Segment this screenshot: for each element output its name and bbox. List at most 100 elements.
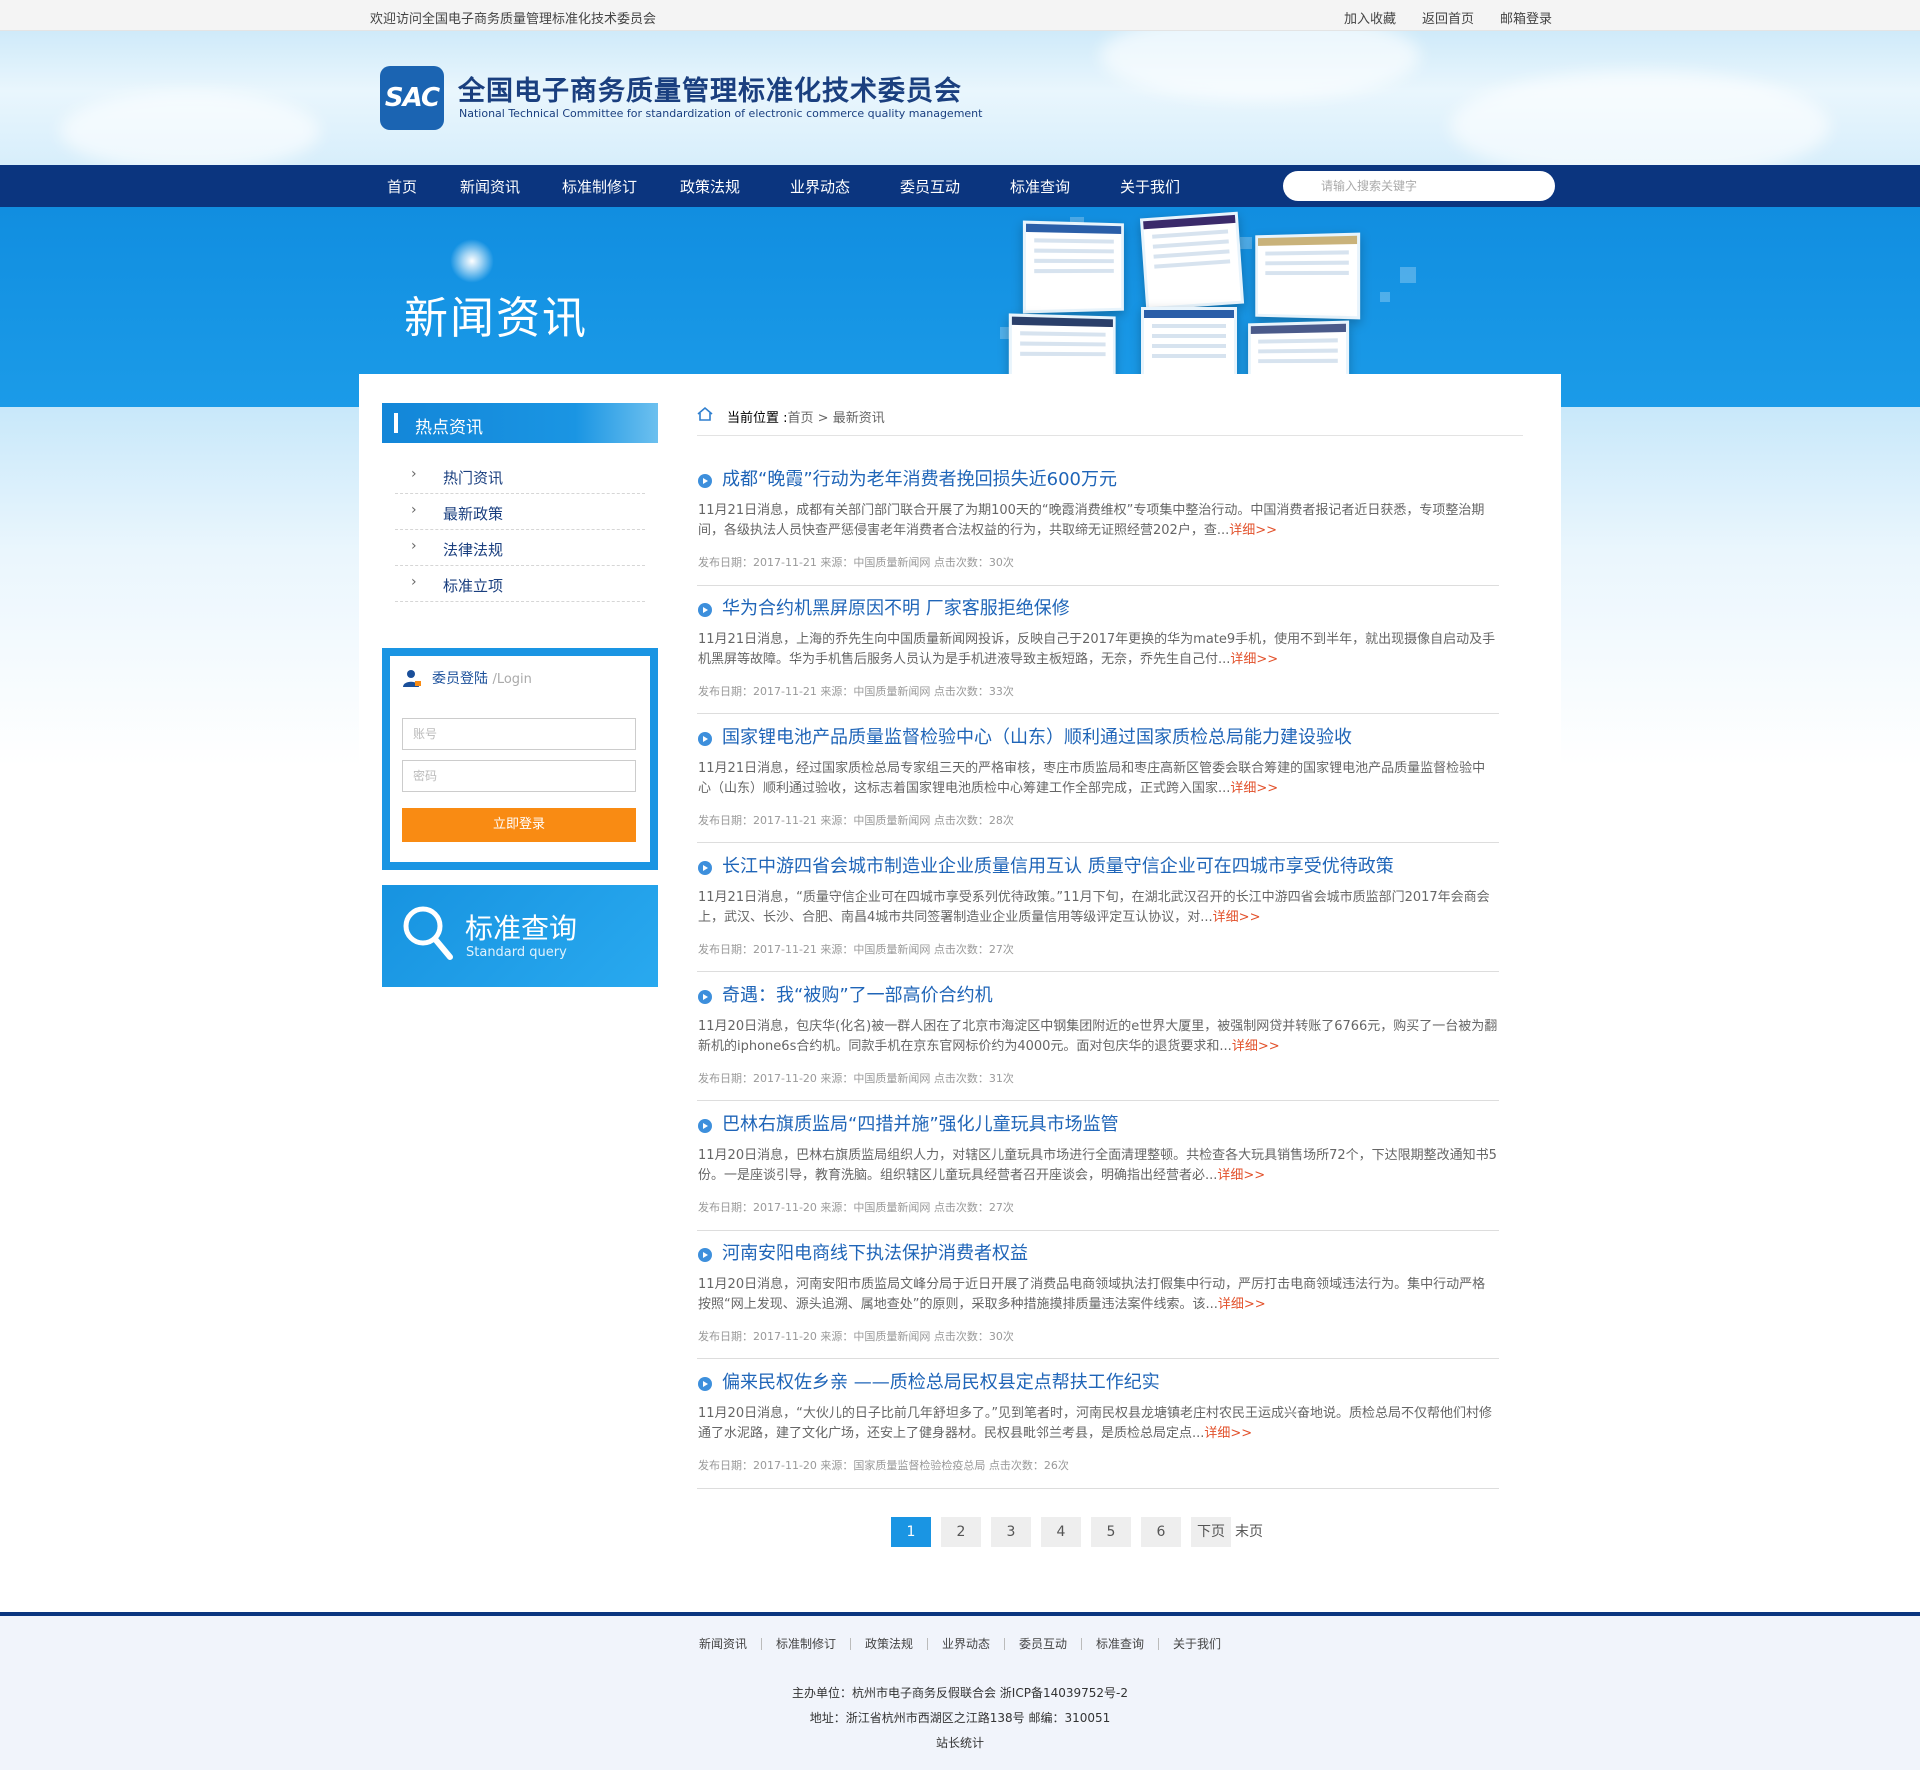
news-title[interactable]: 华为合约机黑屏原因不明 厂家客服拒绝保修 [722,594,1070,620]
news-summary-text: 11月20日消息，巴林右旗质监局组织人力，对辖区儿童玩具市场进行全面清理整顿。共… [698,1148,1497,1183]
cloud-decoration [1100,31,1420,101]
footer-link-policy[interactable]: 政策法规 [851,1638,928,1650]
mail-login-link[interactable]: 邮箱登录 [1500,8,1552,27]
title-accent-bar [394,413,398,433]
news-title[interactable]: 河南安阳电商线下执法保护消费者权益 [722,1239,1028,1265]
bullet-icon [698,732,712,746]
top-links: 加入收藏 返回首页 邮箱登录 [1344,8,1552,27]
footer-links: 新闻资讯 标准制修订 政策法规 业界动态 委员互动 标准查询 关于我们 [0,1637,1920,1651]
news-title[interactable]: 国家锂电池产品质量监督检验中心（山东）顺利通过国家质检总局能力建设验收 [722,723,1352,749]
news-item: 华为合约机黑屏原因不明 厂家客服拒绝保修 11月21日消息，上海的乔先生向中国质… [697,594,1499,714]
sidebar-item-latest-policy[interactable]: › 最新政策 [395,494,645,530]
news-title[interactable]: 偏来民权佐乡亲 ——质检总局民权县定点帮扶工作纪实 [722,1368,1160,1394]
footer-link-query[interactable]: 标准查询 [1082,1638,1159,1650]
news-summary-text: 11月20日消息，“大伙儿的日子比前几年舒坦多了。”见到笔者时，河南民权县龙塘镇… [698,1406,1492,1441]
sidebar-item-laws[interactable]: › 法律法规 [395,530,645,566]
news-item: 河南安阳电商线下执法保护消费者权益 11月20日消息，河南安阳市质监局文峰分局于… [697,1239,1499,1359]
page-button-2[interactable]: 2 [941,1517,981,1547]
query-subtitle: Standard query [466,945,567,960]
news-summary-text: 11月21日消息，“质量守信企业可在四城市享受系列优待政策。”11月下旬，在湖北… [698,890,1490,925]
news-meta: 发布日期：2017-11-21 来源：中国质量新闻网 点击次数：33次 [698,683,1014,699]
login-subtitle: /Login [492,672,531,687]
footer-link-standards[interactable]: 标准制修订 [762,1638,851,1650]
nav-item-home[interactable]: 首页 [387,176,417,197]
bullet-icon [698,1248,712,1262]
footer-stats-link[interactable]: 站长统计 [0,1734,1920,1751]
news-summary: 11月20日消息，巴林右旗质监局组织人力，对辖区儿童玩具市场进行全面清理整顿。共… [698,1146,1498,1186]
detail-link[interactable]: 详细>> [1204,1426,1252,1441]
nav-item-query[interactable]: 标准查询 [1010,176,1070,197]
standard-query-button[interactable]: 标准查询 Standard query [382,885,658,987]
footer-link-news[interactable]: 新闻资讯 [685,1638,762,1650]
news-item: 偏来民权佐乡亲 ——质检总局民权县定点帮扶工作纪实 11月20日消息，“大伙儿的… [697,1368,1499,1489]
news-meta: 发布日期：2017-11-21 来源：中国质量新闻网 点击次数：27次 [698,941,1014,957]
sidebar-title: 热点资讯 [382,403,658,443]
account-input[interactable] [402,718,636,750]
news-summary: 11月21日消息，“质量守信企业可在四城市享受系列优待政策。”11月下旬，在湖北… [698,888,1498,928]
news-title[interactable]: 奇遇：我“被购”了一部高价合约机 [722,981,993,1007]
detail-link[interactable]: 详细>> [1229,523,1277,538]
sac-logo[interactable]: SAC [380,66,444,130]
news-title[interactable]: 长江中游四省会城市制造业企业质量信用互认 质量守信企业可在四城市享受优待政策 [722,852,1394,878]
bullet-icon [698,474,712,488]
nav-item-interaction[interactable]: 委员互动 [900,176,960,197]
sidebar-item-standard-projects[interactable]: › 标准立项 [395,566,645,602]
login-button[interactable]: 立即登录 [402,808,636,842]
detail-link[interactable]: 详细>> [1230,781,1278,796]
next-page-button[interactable]: 下页 [1191,1517,1231,1547]
square-decoration [1380,292,1390,302]
news-title[interactable]: 成都“晚霞”行动为老年消费者挽回损失近600万元 [722,465,1117,491]
nav-item-news[interactable]: 新闻资讯 [460,176,520,197]
breadcrumb-home[interactable]: 首页 [788,411,814,426]
news-summary-text: 11月20日消息，河南安阳市质监局文峰分局于近日开展了消费品电商领域执法打假集中… [698,1277,1485,1312]
page-button-5[interactable]: 5 [1091,1517,1131,1547]
detail-link[interactable]: 详细>> [1232,1039,1280,1054]
breadcrumb-label: 当前位置 : [727,411,788,426]
footer-organizer: 主办单位：杭州市电子商务反假联合会 浙ICP备14039752号-2 [0,1684,1920,1701]
bullet-icon [698,603,712,617]
nav-item-standards[interactable]: 标准制修订 [562,176,637,197]
breadcrumb-current: 最新资讯 [833,411,885,426]
detail-link[interactable]: 详细>> [1218,1297,1266,1312]
footer-link-interaction[interactable]: 委员互动 [1005,1638,1082,1650]
page-button-4[interactable]: 4 [1041,1517,1081,1547]
search-input[interactable] [1283,171,1555,201]
glow-decoration [450,239,494,283]
nav-item-about[interactable]: 关于我们 [1120,176,1180,197]
login-title-text: 委员登陆 [432,671,488,687]
detail-link[interactable]: 详细>> [1213,910,1261,925]
news-meta: 发布日期：2017-11-21 来源：中国质量新闻网 点击次数：28次 [698,812,1014,828]
last-page-button[interactable]: 末页 [1235,1517,1263,1547]
square-decoration [1240,237,1252,249]
footer-link-about[interactable]: 关于我们 [1159,1638,1235,1650]
add-favorite-link[interactable]: 加入收藏 [1344,8,1396,27]
site-title-en: National Technical Committee for standar… [459,107,982,120]
news-item: 奇遇：我“被购”了一部高价合约机 11月20日消息，包庆华(化名)被一群人困在了… [697,981,1499,1101]
chevron-right-icon: › [411,502,417,518]
news-summary: 11月20日消息，河南安阳市质监局文峰分局于近日开展了消费品电商领域执法打假集中… [698,1275,1498,1315]
cloud-decoration [60,91,320,165]
page-button-6[interactable]: 6 [1141,1517,1181,1547]
news-summary-text: 11月20日消息，包庆华(化名)被一群人困在了北京市海淀区中钢集团附近的e世界大… [698,1019,1497,1054]
news-meta: 发布日期：2017-11-20 来源：中国质量新闻网 点击次数：27次 [698,1199,1014,1215]
back-home-link[interactable]: 返回首页 [1422,8,1474,27]
nav-item-policy[interactable]: 政策法规 [680,176,740,197]
nav-item-industry[interactable]: 业界动态 [790,176,850,197]
user-icon [402,668,422,688]
page-button-3[interactable]: 3 [991,1517,1031,1547]
breadcrumb: 当前位置 :首页 > 最新资讯 [697,404,1523,436]
magnifier-icon [402,905,454,963]
password-input[interactable] [402,760,636,792]
news-summary: 11月20日消息，包庆华(化名)被一群人困在了北京市海淀区中钢集团附近的e世界大… [698,1017,1498,1057]
breadcrumb-separator: > [814,411,833,426]
news-title[interactable]: 巴林右旗质监局“四措并施”强化儿童玩具市场监管 [722,1110,1119,1136]
sidebar-title-text: 热点资讯 [415,413,483,438]
detail-link[interactable]: 详细>> [1217,1168,1265,1183]
footer-link-industry[interactable]: 业界动态 [928,1638,1005,1650]
sidebar-item-label: 标准立项 [443,575,503,596]
detail-link[interactable]: 详细>> [1230,652,1278,667]
chevron-right-icon: › [411,538,417,554]
sidebar-item-hot-news[interactable]: › 热门资讯 [395,458,645,494]
query-title: 标准查询 [465,907,577,947]
page-button-1[interactable]: 1 [891,1517,931,1547]
